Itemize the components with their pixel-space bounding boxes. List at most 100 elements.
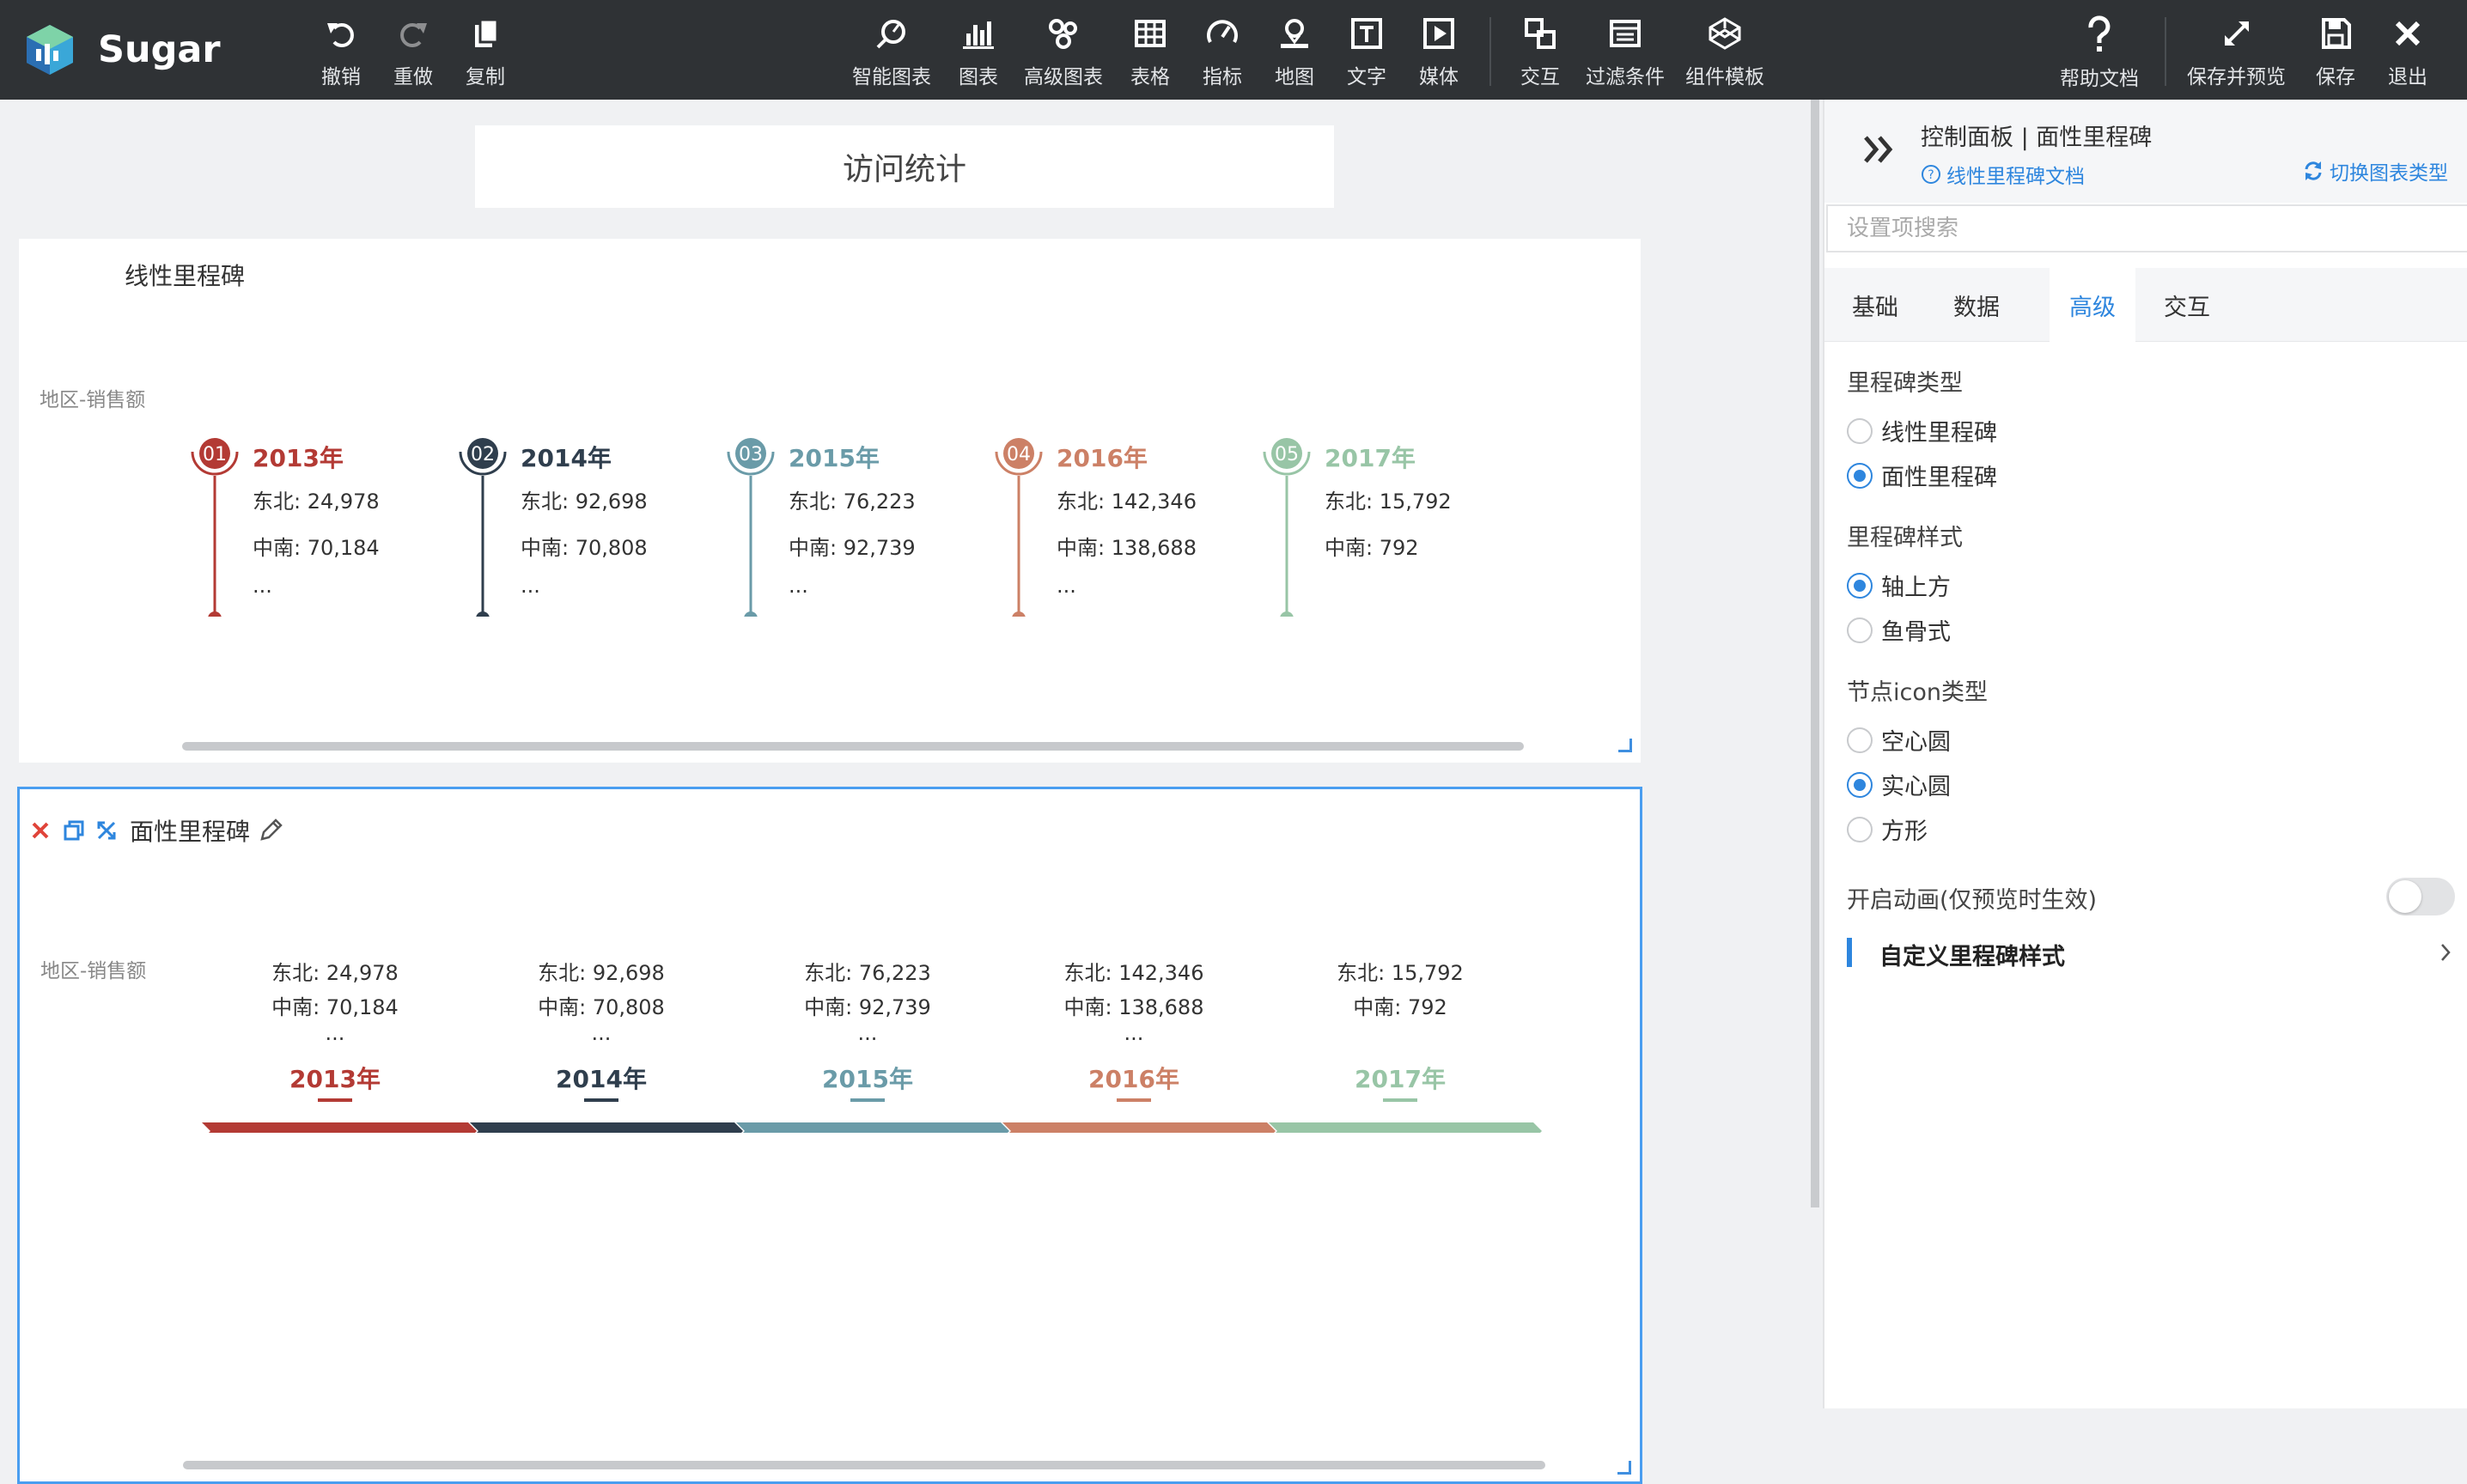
milestone-more: ... — [521, 574, 540, 598]
gauge-icon — [1203, 15, 1241, 52]
interaction-icon — [1521, 15, 1559, 52]
radio-above-axis[interactable]: 轴上方 — [1847, 569, 1951, 602]
exit-label: 退出 — [2388, 66, 2427, 88]
app-name: Sugar — [98, 28, 221, 71]
radio-fishbone[interactable]: 鱼骨式 — [1847, 613, 1951, 647]
filter-button[interactable]: 过滤条件 — [1586, 15, 1665, 89]
media-button[interactable]: 媒体 — [1419, 15, 1459, 89]
milestone-node: 03 — [727, 438, 775, 617]
milestone-node: 01 — [191, 438, 239, 617]
advanced-chart-button[interactable]: 高级图表 — [1024, 15, 1103, 89]
save-label: 保存 — [2316, 66, 2355, 88]
radio-linear-milestone[interactable]: 线性里程碑 — [1847, 414, 1997, 447]
milestone-band-segment — [1269, 1122, 1542, 1133]
radio-label: 面性里程碑 — [1881, 465, 1997, 491]
radio-circle — [1847, 572, 1873, 599]
milestone-value: 东北: 15,792 — [1325, 490, 1452, 514]
milestone-more: ... — [253, 574, 272, 598]
advanced-chart-label: 高级图表 — [1024, 66, 1103, 88]
milestone-value: 东北: 24,978 — [253, 490, 380, 514]
milestone-value: 中南: 70,184 — [253, 536, 380, 560]
advanced-chart-icon — [1045, 15, 1082, 52]
control-panel-title: 控制面板 | 面性里程碑 — [1921, 125, 2153, 151]
brand[interactable]: Sugar — [24, 21, 221, 79]
tab-basic[interactable]: 基础 — [1824, 268, 1926, 342]
help-circle-icon: ? — [1922, 165, 1940, 184]
smart-chart-button[interactable]: 智能图表 — [852, 15, 931, 89]
switch-chart-type-link[interactable]: 切换图表类型 — [2302, 156, 2448, 186]
exit-button[interactable]: 退出 — [2388, 15, 2427, 89]
radio-square[interactable]: 方形 — [1847, 812, 1928, 846]
table-button[interactable]: 表格 — [1130, 15, 1170, 89]
radio-circle — [1847, 727, 1873, 753]
milestone-type-label: 里程碑类型 — [1847, 370, 1963, 397]
horizontal-scrollbar[interactable] — [182, 742, 1524, 751]
canvas-vertical-scrollbar[interactable] — [1811, 100, 1819, 1207]
resize-handle[interactable] — [1617, 1461, 1631, 1475]
switch-chart-type-label: 切换图表类型 — [2330, 162, 2448, 185]
node-icon-type-label: 节点icon类型 — [1847, 679, 1988, 706]
help-button[interactable]: 帮助文档 — [2060, 15, 2139, 90]
top-toolbar: Sugar 撤销 重做 复制 智能图表 图表 高级图表 表格 指标 地图 文字 … — [0, 0, 2467, 100]
milestone-value: 东北: 92,698 — [521, 490, 648, 514]
radio-solid-circle[interactable]: 实心圆 — [1847, 768, 1951, 801]
milestone-band-segment — [1002, 1122, 1276, 1133]
milestone-style-label: 里程碑样式 — [1847, 525, 1963, 551]
undo-icon — [322, 15, 360, 52]
chart-button[interactable]: 图表 — [959, 15, 998, 89]
media-label: 媒体 — [1419, 66, 1459, 88]
milestone-band-segment — [202, 1122, 477, 1133]
map-button[interactable]: 地图 — [1275, 15, 1314, 89]
resize-handle[interactable] — [1618, 739, 1632, 752]
collapse-panel-icon[interactable] — [1861, 132, 1898, 167]
map-label: 地图 — [1275, 66, 1314, 88]
text-icon — [1348, 15, 1386, 52]
horizontal-scrollbar[interactable] — [183, 1461, 1545, 1469]
undo-button[interactable]: 撤销 — [321, 15, 361, 89]
save-icon — [2317, 15, 2354, 52]
redo-button[interactable]: 重做 — [393, 15, 433, 89]
doc-link[interactable]: ? 线性里程碑文档 — [1921, 160, 2085, 189]
milestone-index: 02 — [471, 444, 495, 465]
linear-milestone-panel[interactable]: 线性里程碑 地区-销售额 01 02 03 04 05 2013年 东北: 24,978 中… — [19, 239, 1641, 763]
tab-data[interactable]: 数据 — [1926, 268, 2027, 342]
tab-interaction[interactable]: 交互 — [2135, 268, 2239, 342]
milestone-index: 04 — [1007, 444, 1031, 465]
component-template-button[interactable]: 组件模板 — [1685, 15, 1764, 89]
settings-search-input[interactable] — [1826, 204, 2467, 252]
sugar-logo-icon — [27, 25, 73, 75]
animation-toggle[interactable] — [2386, 878, 2455, 915]
radio-circle — [1847, 816, 1873, 842]
interaction-label: 交互 — [1520, 66, 1560, 88]
milestone-value: 中南: 92,739 — [789, 536, 916, 560]
save-preview-button[interactable]: 保存并预览 — [2187, 15, 2286, 89]
save-button[interactable]: 保存 — [2316, 15, 2355, 89]
copy-button[interactable]: 复制 — [466, 15, 505, 89]
milestone-year: 2013年 — [253, 444, 344, 472]
indicator-button[interactable]: 指标 — [1203, 15, 1242, 89]
save-preview-label: 保存并预览 — [2187, 66, 2286, 88]
milestone-axis-dot — [476, 611, 490, 617]
filter-label: 过滤条件 — [1586, 66, 1665, 88]
table-icon — [1131, 15, 1169, 52]
milestone-value: 中南: 138,688 — [1057, 536, 1197, 560]
tab-advanced[interactable]: 高级 — [2050, 268, 2135, 342]
milestone-index: 05 — [1275, 444, 1299, 465]
radio-area-milestone[interactable]: 面性里程碑 — [1847, 459, 1997, 492]
interaction-button[interactable]: 交互 — [1520, 15, 1560, 89]
page-title[interactable]: 访问统计 — [475, 125, 1334, 208]
text-button[interactable]: 文字 — [1347, 15, 1386, 89]
area-milestone-panel[interactable]: 面性里程碑 地区-销售额 东北: 24,978 中南: 70,184... 2013… — [17, 787, 1642, 1484]
milestone-value: 东北: 76,223 — [789, 490, 916, 514]
close-icon — [2389, 15, 2427, 52]
help-icon — [2080, 15, 2118, 53]
radio-hollow-circle[interactable]: 空心圆 — [1847, 723, 1951, 757]
radio-label: 线性里程碑 — [1881, 420, 1997, 447]
filter-icon — [1606, 15, 1644, 52]
map-pin-icon — [1276, 15, 1313, 52]
smart-chart-icon — [873, 15, 911, 52]
radio-circle — [1847, 771, 1873, 798]
control-panel: 控制面板 | 面性里程碑 ? 线性里程碑文档 切换图表类型 基础 数据 高级 交… — [1823, 100, 2467, 1408]
copy-icon — [466, 15, 504, 52]
custom-milestone-style-section[interactable]: 自定义里程碑样式 — [1847, 936, 2453, 970]
